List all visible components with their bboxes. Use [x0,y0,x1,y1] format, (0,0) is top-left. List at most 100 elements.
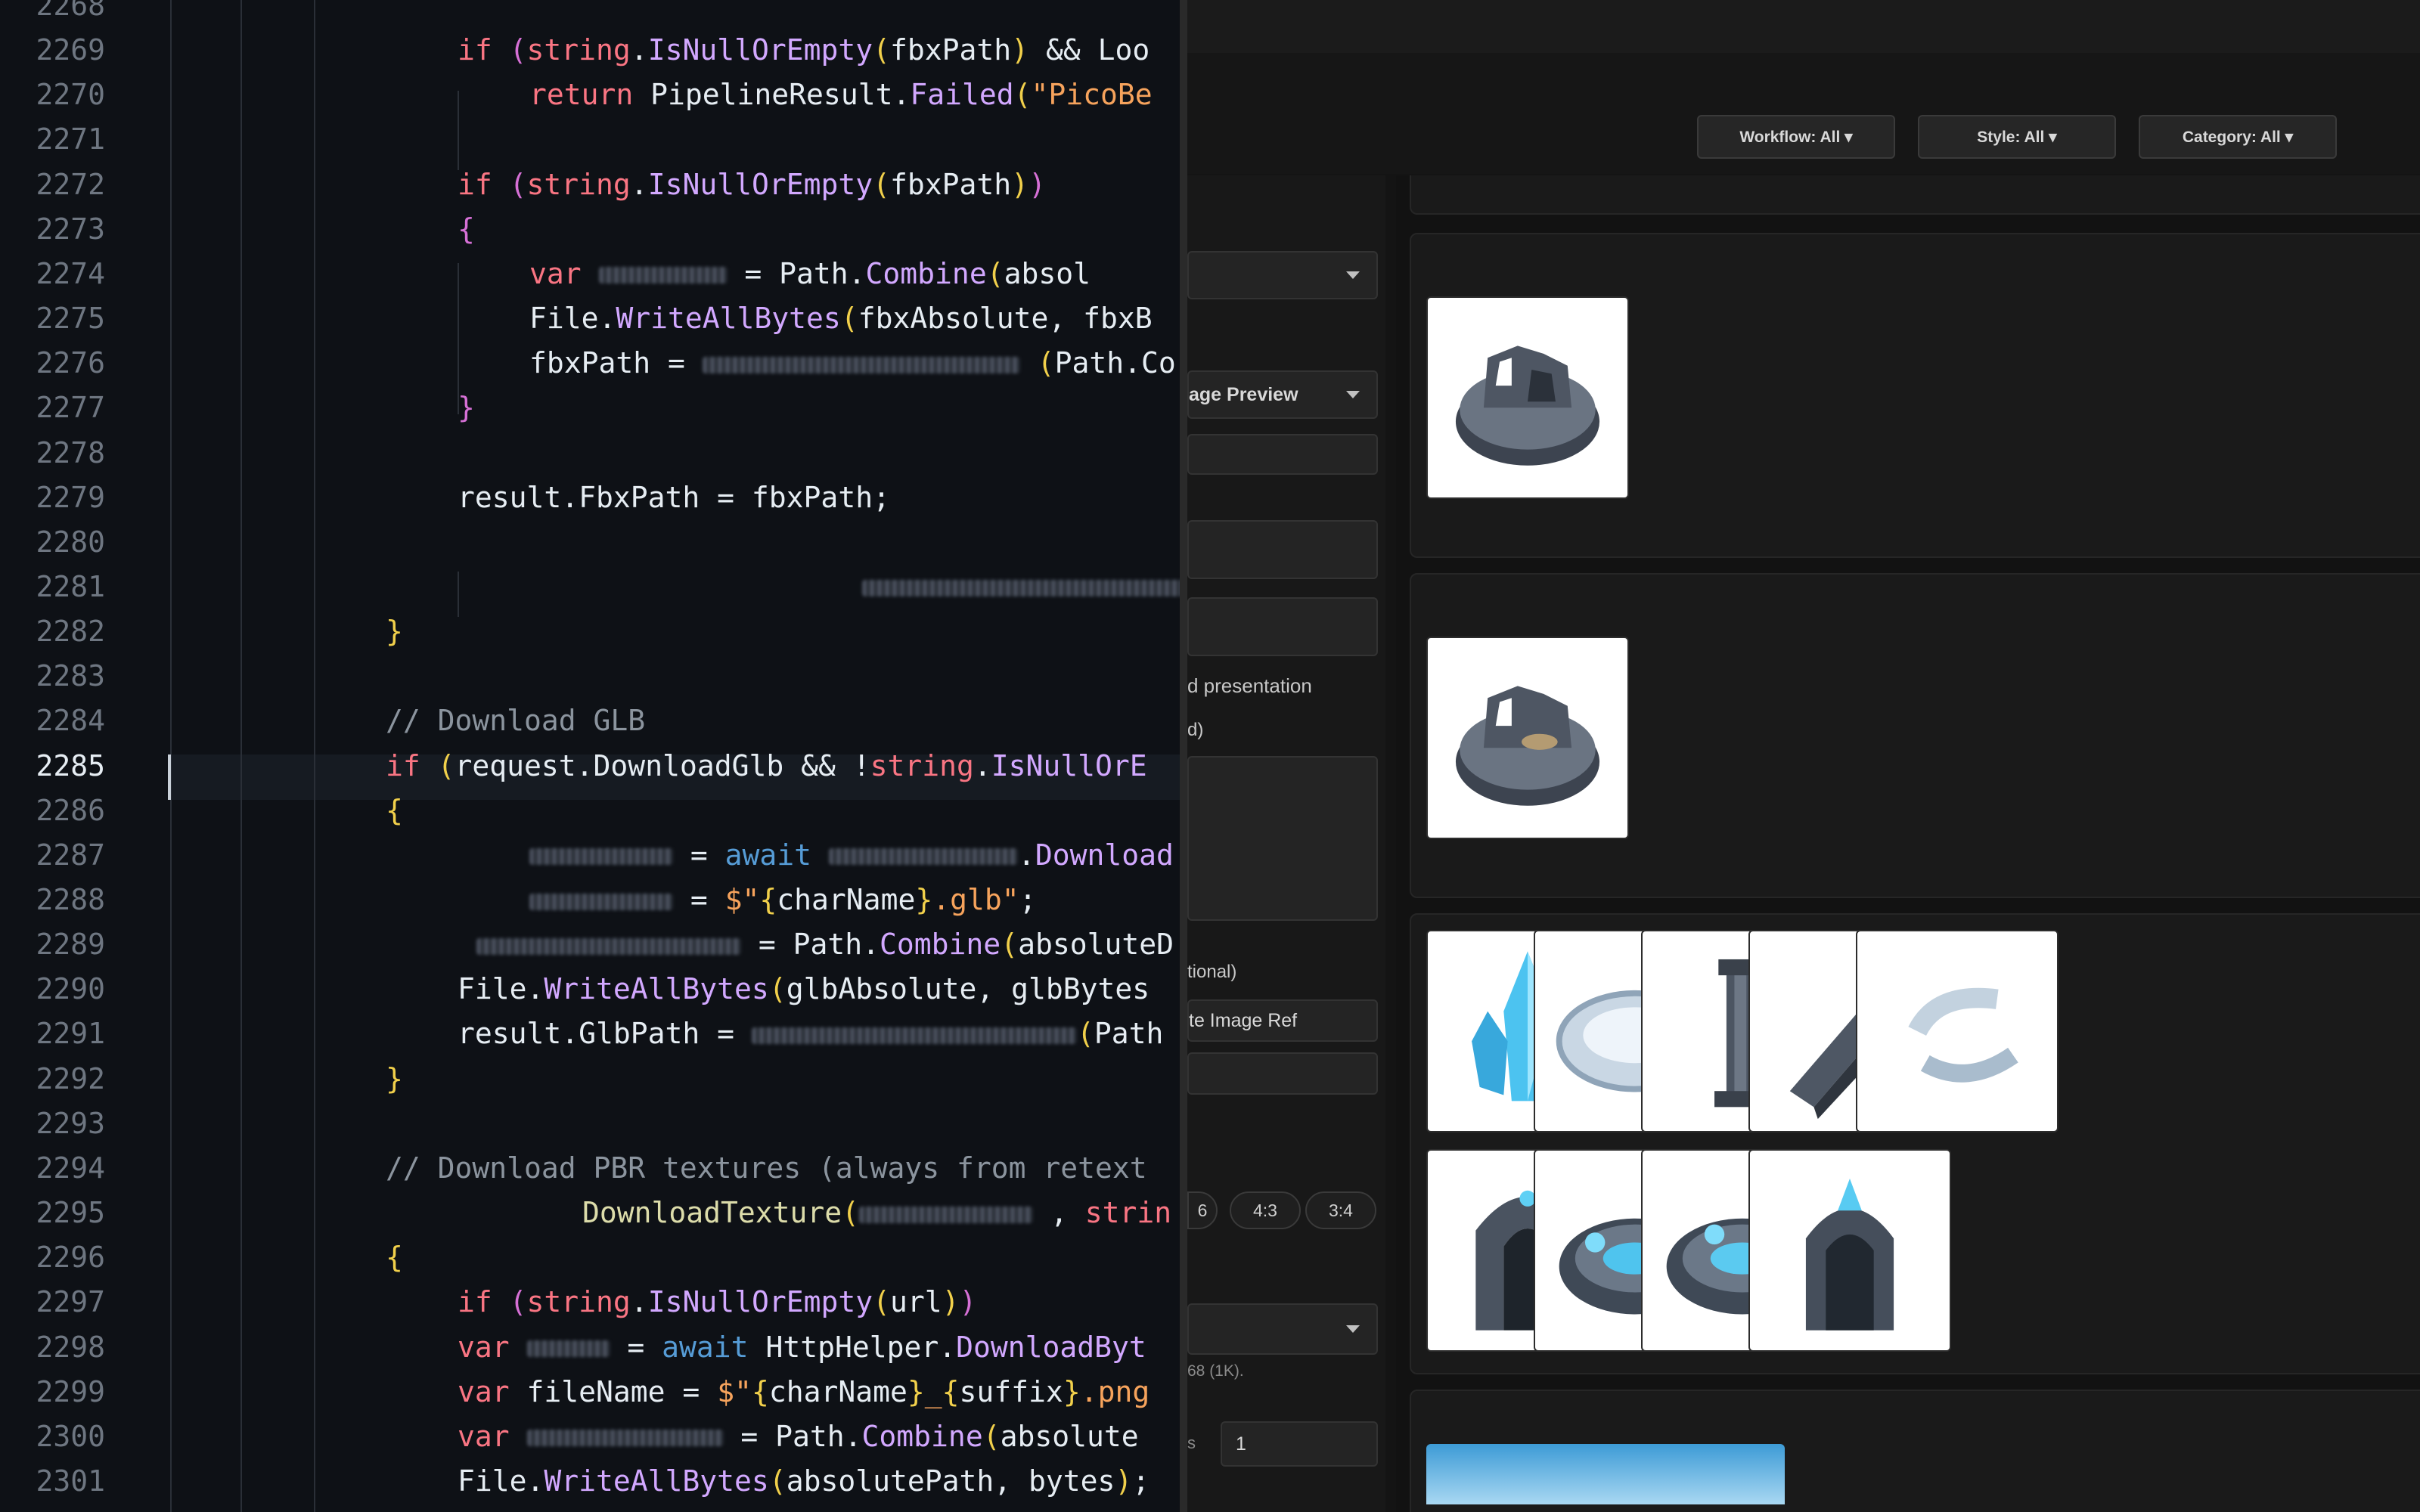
workflow-filter-dropdown[interactable]: Workflow: All ▾ [1697,115,1895,159]
code-token: = Path. [741,928,880,962]
code-token: Failed [910,78,1014,112]
code-line: { [386,1235,403,1280]
code-token: DownloadTexture [582,1196,842,1230]
asset-results-area[interactable] [1396,175,2420,1512]
result-card [1410,913,2420,1374]
code-token: string [526,1285,631,1319]
text-cursor [168,754,171,800]
code-token: ) [1011,33,1029,67]
code-token: Download [1035,838,1174,872]
code-token: = Path. [727,256,866,290]
code-token: = [673,883,725,916]
code-token: ( [1076,1017,1094,1051]
code-token: .png [1080,1374,1150,1408]
code-token: await [662,1330,766,1364]
model-select-dropdown[interactable] [1187,251,1378,299]
code-token: Path.Co [1054,346,1176,380]
code-token: HttpHelper. [765,1330,957,1364]
wide-asset-thumbnail[interactable] [1426,1444,1785,1504]
asset-thumbnail[interactable] [1748,1149,1951,1352]
code-token: Combine [865,256,987,290]
aspect-ratio-label: 3:4 [1329,1200,1353,1220]
code-line: = fbxPath; [862,565,1180,609]
code-token: .glb" [932,883,1019,916]
text-input-2[interactable] [1187,520,1378,579]
line-number: 2297 [36,1285,105,1319]
code-token: url [890,1285,942,1319]
line-number: 2270 [36,78,105,112]
asset-thumbnail[interactable] [1856,930,2059,1132]
code-token: if [458,1285,510,1319]
code-token: IsNullOrEmpty [647,33,873,67]
asset-thumbnail[interactable] [1426,637,1629,839]
indent-guide [458,572,459,617]
code-token: } [458,391,475,425]
code-token: if [386,748,438,782]
resolution-dropdown[interactable] [1187,1303,1378,1355]
redacted-text [751,1027,1077,1044]
line-number: 2293 [36,1106,105,1140]
optional-hint-label: d) [1187,720,1204,740]
code-line: if (string.IsNullOrEmpty(fbxPath)) [458,163,1046,207]
code-token: fbxPath [890,33,1012,67]
code-token: = [673,838,725,872]
code-token: var [458,1419,527,1453]
result-card [1410,233,2420,558]
line-number: 2286 [36,793,105,827]
line-number: 2271 [36,122,105,156]
code-token: return [529,78,651,112]
asset-browser-panel: Workflow: All ▾ Style: All ▾ Category: A… [1180,0,2420,1512]
code-token: fileName = [526,1374,718,1408]
line-number: 2291 [36,1017,105,1051]
style-filter-dropdown[interactable]: Style: All ▾ [1918,115,2116,159]
code-token: ; [1019,883,1037,916]
chevron-down-icon [1346,271,1360,279]
code-token: fbxAbsolute, fbxB [858,302,1153,336]
line-number: 2290 [36,972,105,1006]
line-number: 2298 [36,1330,105,1364]
code-token: . [973,748,991,782]
template-image-ref-button[interactable]: te Image Ref [1187,999,1378,1042]
text-input-3[interactable] [1187,597,1378,656]
code-token: WriteAllBytes [544,1464,769,1498]
code-token: . [1017,838,1035,872]
category-filter-dropdown[interactable]: Category: All ▾ [2139,115,2337,159]
line-number: 2283 [36,659,105,693]
code-token: glbAbsolute, glbBytes [786,972,1150,1006]
code-token: . [630,1285,648,1319]
presentation-label: d presentation [1187,674,1312,697]
code-token: absolute [1000,1419,1139,1453]
code-editor[interactable]: 2268 2269 2270 2271 2272 2273 2274 2275 2276 2277… [0,0,1180,1512]
asset-thumbnail[interactable] [1426,296,1629,499]
redacted-text [598,267,728,284]
code-token: { [942,1374,960,1408]
count-value: 1 [1236,1433,1246,1455]
code-token: absolutePath, bytes [786,1464,1115,1498]
optional-hint-label-2: tional) [1187,962,1237,982]
aspect-ratio-4-3-option[interactable]: 4:3 [1230,1191,1301,1229]
style-filter-label: Style: All ▾ [1977,128,2057,146]
prompt-textarea[interactable] [1187,756,1378,921]
aspect-ratio-3-4-option[interactable]: 3:4 [1305,1191,1376,1229]
preview-mode-dropdown[interactable]: age Preview [1187,370,1378,419]
count-input[interactable]: 1 [1221,1421,1378,1467]
code-token: absol [1004,256,1091,290]
code-token: File. [529,302,616,336]
code-token: ( [768,972,786,1006]
workflow-filter-label: Workflow: All ▾ [1739,128,1853,146]
line-number: 2294 [36,1151,105,1185]
redacted-text [702,356,1020,373]
code-token: $" [724,883,760,916]
line-number: 2292 [36,1061,105,1095]
chevron-down-icon [1346,391,1360,398]
code-token: ( [509,33,527,67]
chevron-down-icon [1346,1325,1360,1333]
line-number: 2278 [36,435,105,469]
count-label: s [1187,1433,1196,1452]
image-ref-input[interactable] [1187,1052,1378,1095]
code-token: // Download PBR textures (always from re… [386,1151,1147,1185]
text-input-1[interactable] [1187,434,1378,475]
code-line: var = await HttpHelper.DownloadByt [458,1325,1146,1370]
code-line: = Path.Combine(absoluteD [476,922,1174,967]
